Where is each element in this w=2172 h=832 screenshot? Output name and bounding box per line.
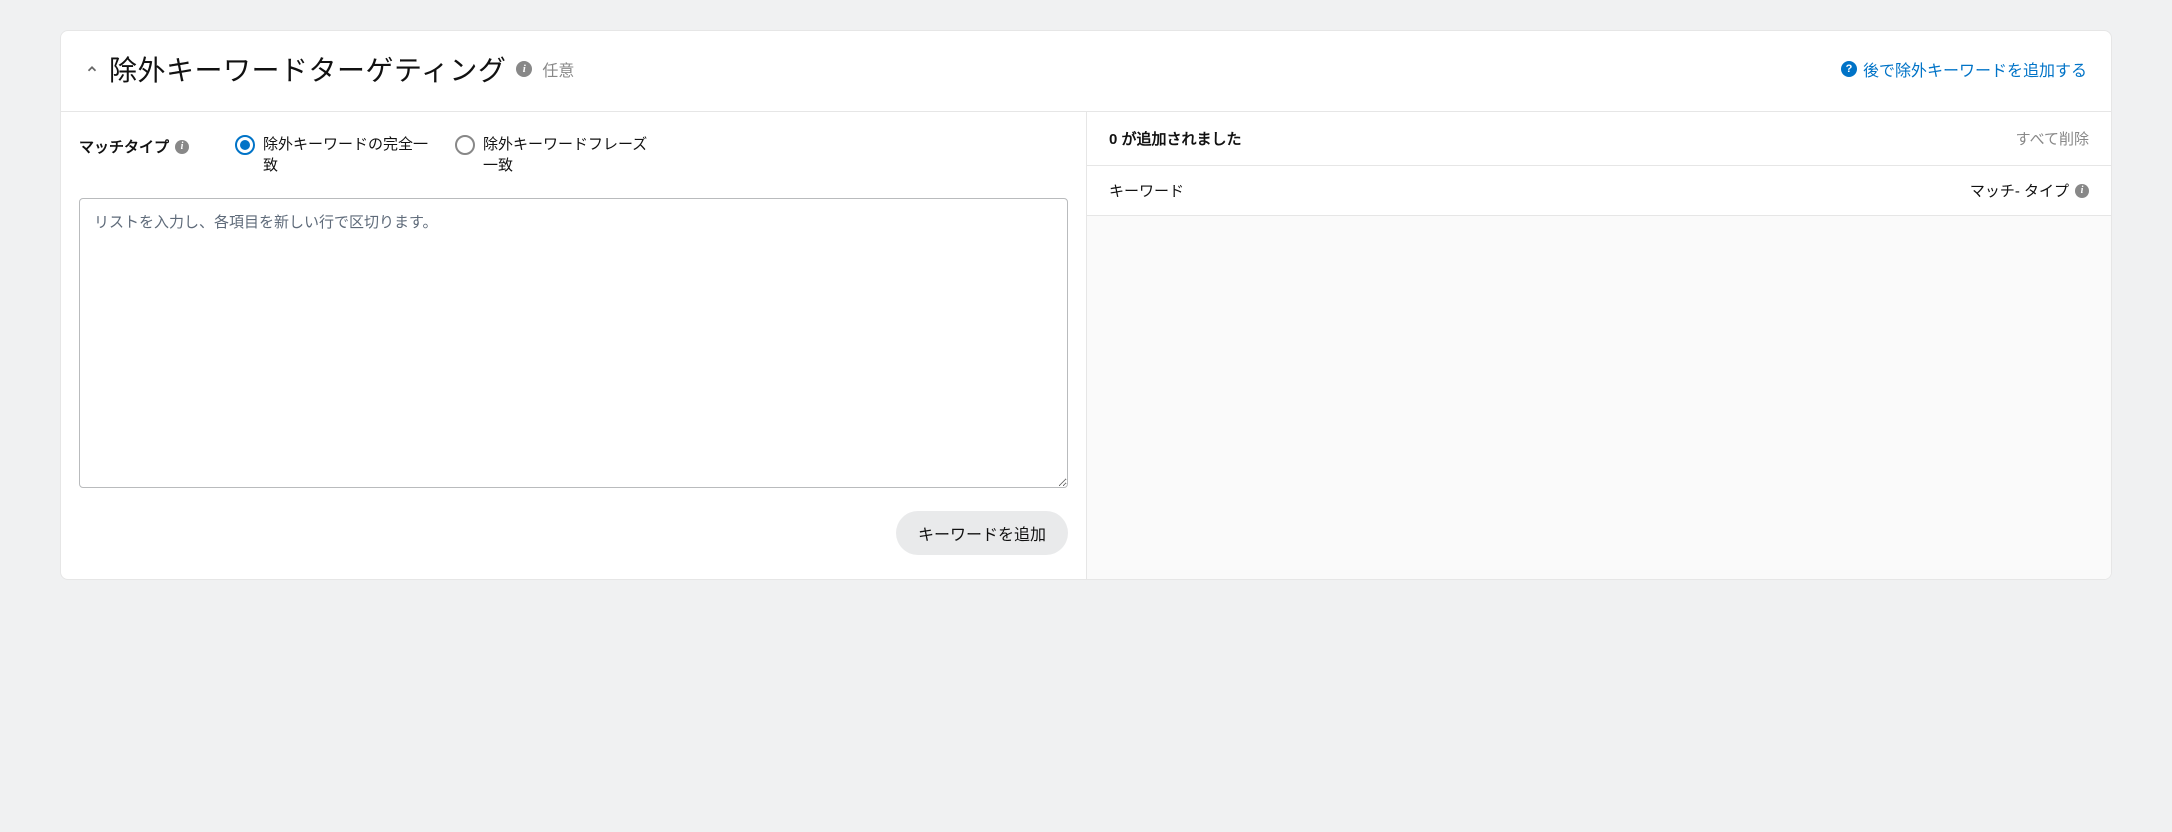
add-button-row: キーワードを追加 — [79, 511, 1068, 555]
help-link-add-later[interactable]: ? 後で除外キーワードを追加する — [1841, 57, 2087, 81]
match-type-row: マッチタイプ i 除外キーワードの完全一致 除外キーワードフレーズ一致 — [79, 134, 1068, 176]
info-icon[interactable]: i — [175, 140, 189, 154]
added-count-label: 0 が追加されました — [1109, 128, 1242, 149]
radio-exact-label: 除外キーワードの完全一致 — [263, 134, 433, 176]
radio-icon — [455, 135, 475, 155]
col-keyword: キーワード — [1109, 180, 1184, 201]
chevron-up-icon[interactable] — [85, 62, 99, 76]
info-icon[interactable]: i — [516, 61, 532, 77]
negative-keyword-panel: 除外キーワードターゲティング i 任意 ? 後で除外キーワードを追加する マッチ… — [60, 30, 2112, 580]
keyword-table-header: キーワード マッチ- タイプ i — [1087, 166, 2111, 216]
title-group: 除外キーワードターゲティング i 任意 — [85, 49, 574, 89]
add-keywords-button[interactable]: キーワードを追加 — [896, 511, 1068, 555]
radio-phrase-match[interactable]: 除外キーワードフレーズ一致 — [455, 134, 653, 176]
panel-header: 除外キーワードターゲティング i 任意 ? 後で除外キーワードを追加する — [61, 31, 2111, 112]
help-link-text: 後で除外キーワードを追加する — [1863, 57, 2087, 81]
question-icon: ? — [1841, 61, 1857, 77]
keyword-table-empty — [1087, 216, 2111, 579]
left-column: マッチタイプ i 除外キーワードの完全一致 除外キーワードフレーズ一致 キー — [61, 112, 1086, 579]
added-summary-header: 0 が追加されました すべて削除 — [1087, 112, 2111, 166]
info-icon[interactable]: i — [2075, 184, 2089, 198]
match-type-radios: 除外キーワードの完全一致 除外キーワードフレーズ一致 — [235, 134, 653, 176]
delete-all-link[interactable]: すべて削除 — [2016, 128, 2089, 149]
section-title: 除外キーワードターゲティング — [109, 49, 506, 89]
match-type-text: マッチタイプ — [79, 136, 169, 157]
radio-phrase-label: 除外キーワードフレーズ一致 — [483, 134, 653, 176]
match-type-label: マッチタイプ i — [79, 134, 189, 157]
radio-icon — [235, 135, 255, 155]
panel-body: マッチタイプ i 除外キーワードの完全一致 除外キーワードフレーズ一致 キー — [61, 112, 2111, 579]
radio-exact-match[interactable]: 除外キーワードの完全一致 — [235, 134, 433, 176]
col-match-type: マッチ- タイプ i — [1970, 180, 2089, 201]
keyword-list-input[interactable] — [79, 198, 1068, 488]
optional-label: 任意 — [542, 57, 574, 81]
col-match-type-text: マッチ- タイプ — [1970, 180, 2069, 201]
right-column: 0 が追加されました すべて削除 キーワード マッチ- タイプ i — [1086, 112, 2111, 579]
